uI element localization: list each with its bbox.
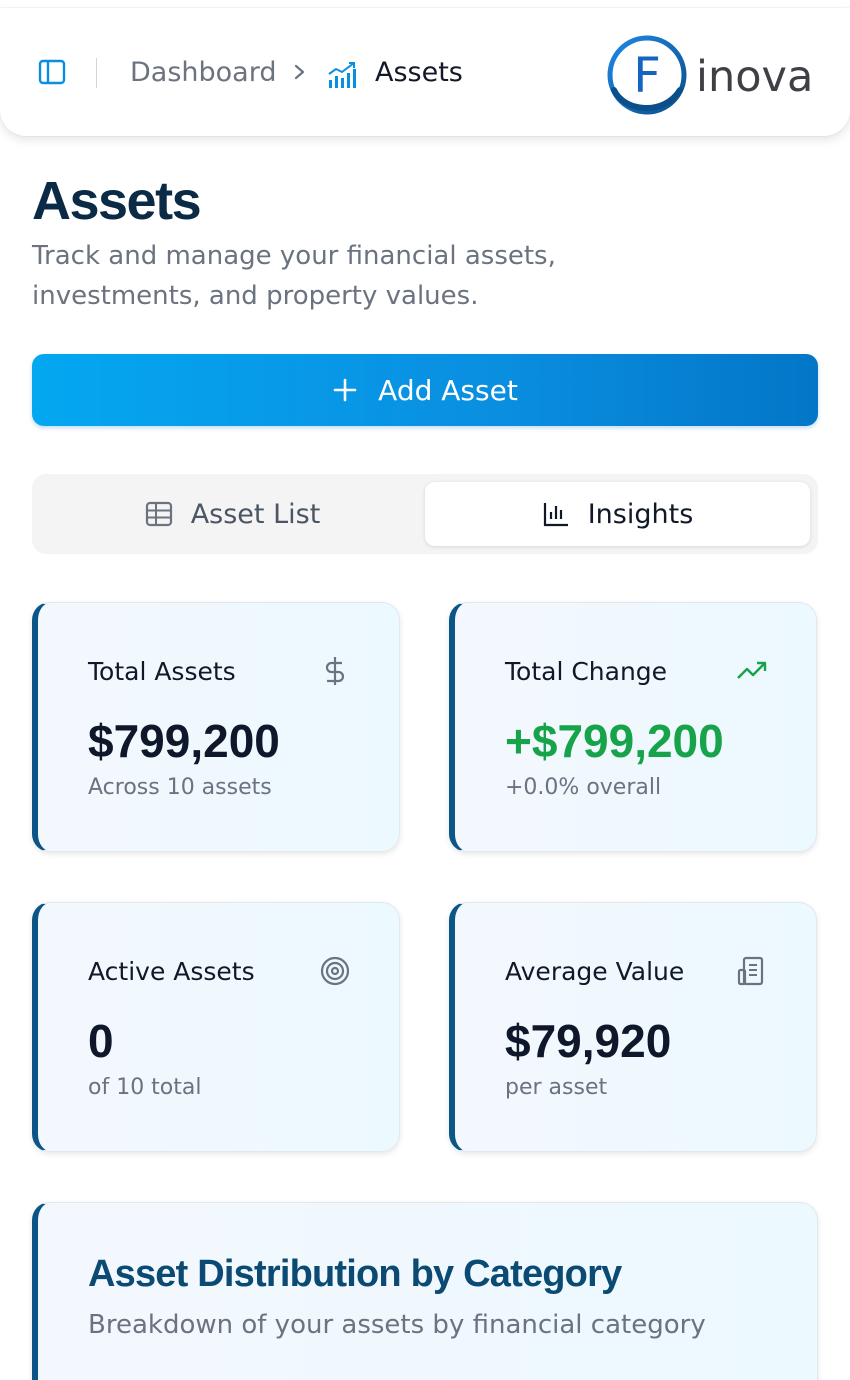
bar-chart-icon [543, 503, 568, 527]
stat-subtext: Across 10 assets [88, 775, 272, 800]
stat-card-active-assets: Active Assets 0 of 10 total [32, 902, 400, 1152]
tab-asset-list[interactable]: Asset List [40, 482, 425, 546]
trending-up-icon [737, 661, 767, 679]
target-icon [320, 956, 350, 986]
view-tabs: Asset List Insights [32, 474, 818, 554]
stat-card-total-change: Total Change +$799,200 +0.0% overall [449, 602, 817, 852]
sidebar-toggle-icon[interactable] [36, 56, 68, 88]
stat-card-total-assets: Total Assets $799,200 Across 10 assets [32, 602, 400, 852]
stat-value: 0 [88, 1015, 114, 1067]
breadcrumb-current: Assets [375, 57, 463, 88]
divider [96, 58, 97, 88]
page-subtitle: Track and manage your financial assets, … [32, 241, 556, 311]
add-asset-label: Add Asset [378, 373, 518, 407]
dollar-icon [325, 657, 345, 685]
stat-value: $79,920 [505, 1015, 672, 1067]
receipt-icon [737, 956, 764, 986]
logo-mark-icon: F [607, 35, 687, 115]
stat-value: $799,200 [88, 715, 280, 767]
finova-logo: F inova [604, 32, 824, 124]
stat-card-average-value: Average Value $79,920 per asset [449, 902, 817, 1152]
stat-title: Average Value [505, 957, 685, 986]
top-bar: Dashboard Assets F inova [0, 8, 850, 136]
page-title: Assets [32, 171, 202, 231]
tab-asset-list-label: Asset List [190, 498, 321, 530]
table-icon [145, 501, 172, 527]
stat-value: +$799,200 [505, 715, 724, 767]
plus-icon [333, 378, 357, 402]
add-asset-button[interactable]: Add Asset [32, 354, 818, 426]
tab-insights-label: Insights [587, 498, 694, 530]
chart-growth-icon [326, 60, 358, 92]
asset-distribution-card: Asset Distribution by Category Breakdown… [32, 1202, 818, 1380]
stat-subtext: per asset [505, 1075, 608, 1100]
distribution-title: Asset Distribution by Category [88, 1253, 622, 1295]
svg-text:F: F [633, 48, 661, 104]
stat-subtext: of 10 total [88, 1075, 202, 1100]
stat-title: Active Assets [88, 957, 255, 986]
stat-title: Total Assets [88, 657, 236, 686]
breadcrumb-dashboard-link[interactable]: Dashboard [130, 55, 276, 91]
stat-subtext: +0.0% overall [505, 775, 662, 800]
distribution-subtitle: Breakdown of your assets by financial ca… [88, 1310, 706, 1340]
tab-insights[interactable]: Insights [425, 482, 810, 546]
logo-wordmark: inova [696, 52, 814, 102]
chevron-right-icon [290, 60, 310, 84]
stat-title: Total Change [505, 657, 668, 686]
